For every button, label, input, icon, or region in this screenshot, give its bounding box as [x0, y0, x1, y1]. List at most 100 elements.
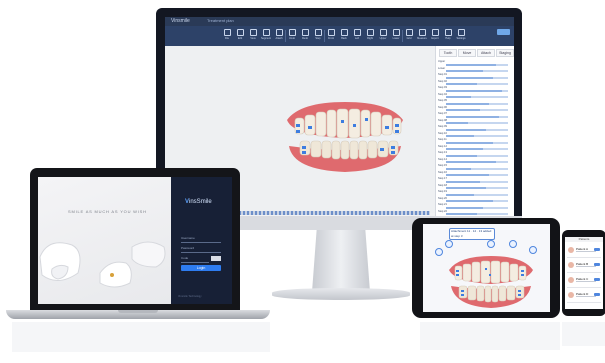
panel-tab-staging[interactable]: Staging — [496, 49, 514, 57]
username-field[interactable]: Username — [181, 236, 221, 243]
phone-header: Patients — [565, 237, 603, 242]
side-panel: Tooth Move Attach Staging Upper Lower Step… — [435, 46, 514, 218]
patient-card[interactable]: Patient D — [567, 290, 601, 303]
patient-detail-line — [576, 296, 596, 297]
app-titlebar: Vinsmile Treatment plan — [165, 17, 514, 26]
toolbar-button-label: Settings — [456, 37, 466, 40]
tool-circle-icon[interactable] — [435, 248, 443, 256]
toolbar-button-label: Attach — [275, 37, 283, 40]
right-icon — [366, 29, 374, 36]
tool-circle-icon[interactable] — [487, 240, 495, 248]
patient-card[interactable]: Patient B — [567, 260, 601, 273]
toolbar-button-back[interactable]: Back — [340, 29, 348, 40]
toolbar-button-label: Right — [367, 37, 373, 40]
patient-detail-line — [576, 281, 596, 282]
monitor-stand — [312, 230, 370, 292]
toolbar-button-label: Grid — [406, 37, 412, 40]
settings-icon — [457, 29, 465, 36]
tool-circle-icon[interactable] — [445, 240, 453, 248]
login-button[interactable]: Login — [181, 265, 221, 271]
panel-tab-tooth[interactable]: Tooth — [439, 49, 457, 57]
toolbar-button-left[interactable]: Left — [353, 29, 361, 40]
status-badge — [594, 248, 600, 251]
confirm-button[interactable] — [497, 29, 510, 35]
aligner-illustration — [39, 241, 166, 288]
panel-row-bar — [446, 206, 508, 209]
laptop-notch — [118, 310, 158, 313]
toolbar-button-label: Measure — [417, 37, 427, 40]
export-icon — [431, 29, 439, 36]
panel-tab-attach[interactable]: Attach — [477, 49, 495, 57]
panel-row-bar — [446, 213, 508, 215]
panel-row-bar — [446, 180, 508, 183]
panel-row-bar — [446, 141, 508, 144]
toolbar-separator — [285, 30, 286, 42]
panel-row-bar — [446, 193, 508, 196]
toolbar-button-view[interactable]: View — [249, 29, 257, 40]
view-icon — [249, 29, 257, 36]
toolbar-separator — [324, 30, 325, 42]
panel-row-bar — [446, 148, 508, 150]
toolbar-button-grid[interactable]: Grid — [405, 29, 413, 40]
toolbar-button-label: Upper — [379, 37, 387, 40]
toolbar-button-redo[interactable]: Redo — [301, 29, 309, 40]
left-icon — [353, 29, 361, 36]
password-label: Password — [181, 246, 195, 250]
toolbar-button-measure[interactable]: Measure — [417, 29, 427, 40]
undo-icon — [288, 29, 296, 36]
tablet-teeth-model — [449, 256, 533, 308]
toolbar-button-label: Front — [328, 37, 334, 40]
password-field[interactable]: Password — [181, 246, 221, 253]
help-icon — [444, 29, 452, 36]
toolbar-button-file[interactable]: File — [223, 29, 231, 40]
slogan-text: SMILE AS MUCH AS YOU WISH — [68, 209, 147, 214]
toolbar-button-label: Redo — [302, 37, 308, 40]
app-tab[interactable]: Treatment plan — [207, 18, 234, 23]
edit-icon — [236, 29, 244, 36]
panel-row-bar — [446, 70, 508, 72]
toolbar-button-edit[interactable]: Edit — [236, 29, 244, 40]
toolbar-button-front[interactable]: Front — [327, 29, 335, 40]
captcha-image[interactable] — [211, 256, 221, 261]
patient-detail-line — [576, 251, 596, 252]
panel-row-bar — [446, 102, 508, 105]
toolbar-button-upper[interactable]: Upper — [379, 29, 387, 40]
tablet-screen: Attachment 11 · 12 · 13 added at step 3 — [423, 224, 550, 312]
patient-detail-line — [576, 266, 596, 267]
code-field[interactable]: Code — [181, 256, 209, 263]
lower-icon — [392, 29, 400, 36]
tool-circle-icon[interactable] — [509, 240, 517, 248]
toolbar-button-right[interactable]: Right — [366, 29, 374, 40]
avatar — [568, 277, 574, 283]
toolbar-button-label: View — [250, 37, 256, 40]
toolbar-button-help[interactable]: Help — [444, 29, 452, 40]
front-icon — [327, 29, 335, 36]
toolbar-button-label: File — [224, 37, 230, 40]
toolbar-button-step[interactable]: Step — [314, 29, 322, 40]
username-label: Username — [181, 236, 195, 240]
segment-icon — [262, 29, 270, 36]
laptop-login-screen: SMILE AS MUCH AS YOU WISH VinsSmile User… — [38, 177, 232, 304]
tool-circle-icon[interactable] — [529, 246, 537, 254]
toolbar-button-lower[interactable]: Lower — [392, 29, 400, 40]
file-icon — [223, 29, 231, 36]
toolbar-button-label: Edit — [237, 37, 243, 40]
toolbar-button-export[interactable]: Export — [431, 29, 439, 40]
login-footer: Vinsmile Technology — [178, 295, 202, 298]
brand-text: insSmile — [189, 199, 212, 205]
patient-card[interactable]: Patient C — [567, 275, 601, 288]
toolbar-button-attach[interactable]: Attach — [275, 29, 283, 40]
toolbar-button-undo[interactable]: Undo — [288, 29, 296, 40]
toolbar-button-settings[interactable]: Settings — [456, 29, 466, 40]
step-icon — [314, 29, 322, 36]
panel-row-bar — [446, 154, 508, 157]
toolbar-button-segment[interactable]: Segment — [261, 29, 271, 40]
panel-tab-move[interactable]: Move — [458, 49, 476, 57]
attach-icon — [275, 29, 283, 36]
login-panel: VinsSmile Username Password Code Login V… — [171, 177, 232, 304]
panel-row-bar — [446, 174, 508, 176]
panel-row-bar — [446, 96, 508, 98]
back-icon — [340, 29, 348, 36]
patient-card[interactable]: Patient A — [567, 245, 601, 258]
avatar — [568, 247, 574, 253]
